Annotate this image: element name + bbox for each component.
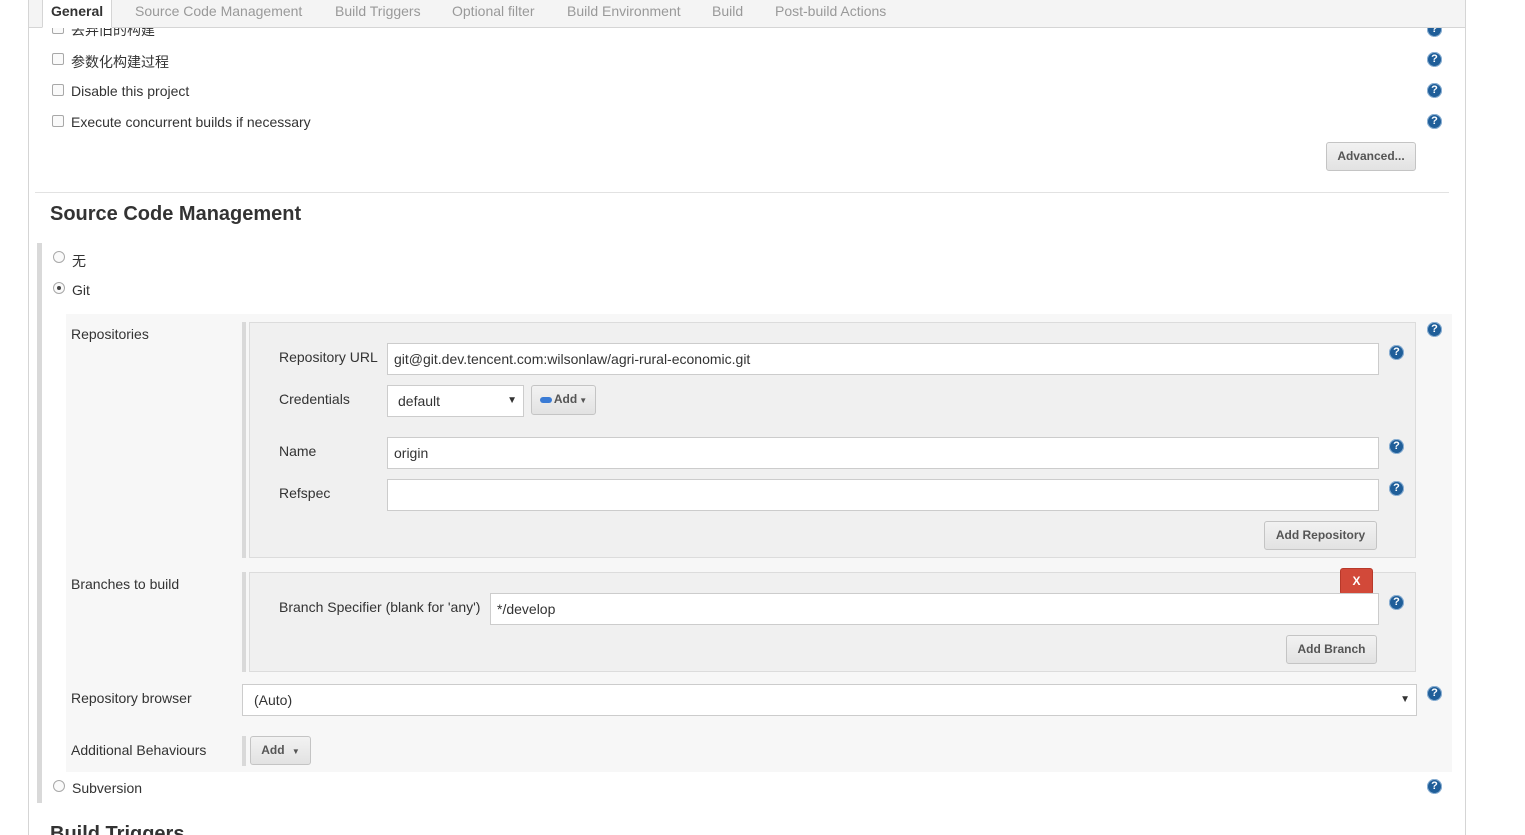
section-divider xyxy=(35,192,1449,193)
repo-browser-value: (Auto) xyxy=(254,692,293,708)
additional-behaviours-label: Additional Behaviours xyxy=(71,742,207,758)
parameterized-build-label: 参数化构建过程 xyxy=(71,54,169,70)
add-behaviour-label: Add xyxy=(261,743,285,757)
help-icon[interactable]: ? xyxy=(1427,779,1442,794)
parameterized-build-checkbox[interactable] xyxy=(52,53,64,65)
disable-project-label: Disable this project xyxy=(71,83,190,99)
help-icon[interactable]: ? xyxy=(1427,52,1442,67)
refspec-input[interactable] xyxy=(387,479,1379,511)
tab-build[interactable]: Build xyxy=(712,0,743,27)
tab-post-build-actions[interactable]: Post-build Actions xyxy=(775,0,886,27)
tab-source-code-management[interactable]: Source Code Management xyxy=(135,0,302,27)
delete-branch-button[interactable]: X xyxy=(1340,568,1373,595)
caret-down-icon: ▼ xyxy=(579,396,588,405)
tab-build-triggers[interactable]: Build Triggers xyxy=(335,0,421,27)
help-icon[interactable]: ? xyxy=(1389,439,1404,454)
repo-browser-select[interactable]: (Auto) ▼ xyxy=(242,684,1417,716)
git-config-gutter xyxy=(42,314,66,772)
add-branch-button[interactable]: Add Branch xyxy=(1286,635,1377,664)
concurrent-builds-checkbox[interactable] xyxy=(52,115,64,127)
build-triggers-section-title: Build Triggers xyxy=(50,823,185,835)
name-label: Name xyxy=(279,443,317,459)
branch-specifier-label: Branch Specifier (blank for 'any') xyxy=(279,599,481,615)
branches-bar xyxy=(242,572,246,672)
repo-browser-label: Repository browser xyxy=(71,690,192,706)
help-icon[interactable]: ? xyxy=(1427,114,1442,129)
branch-specifier-input[interactable] xyxy=(490,593,1379,625)
add-credentials-label: Add xyxy=(553,392,578,406)
help-icon[interactable]: ? xyxy=(1427,83,1442,98)
scm-git-label: Git xyxy=(72,282,90,298)
scm-git-radio[interactable] xyxy=(53,282,65,294)
help-icon[interactable]: ? xyxy=(1427,322,1442,337)
config-panel: General Source Code Management Build Tri… xyxy=(28,0,1466,835)
caret-down-icon: ▼ xyxy=(291,747,300,756)
scm-none-radio[interactable] xyxy=(53,251,65,263)
help-icon[interactable]: ? xyxy=(1389,345,1404,360)
help-icon[interactable]: ? xyxy=(1389,481,1404,496)
refspec-label: Refspec xyxy=(279,485,331,501)
key-icon xyxy=(539,396,552,403)
help-icon[interactable]: ? xyxy=(1427,686,1442,701)
repo-url-input[interactable] xyxy=(387,343,1379,375)
tab-build-environment[interactable]: Build Environment xyxy=(567,0,681,27)
disable-project-checkbox[interactable] xyxy=(52,84,64,96)
repo-url-label: Repository URL xyxy=(279,349,378,365)
repositories-label: Repositories xyxy=(71,326,149,342)
repo-name-input[interactable] xyxy=(387,437,1379,469)
branches-label: Branches to build xyxy=(71,576,180,592)
behaviours-bar xyxy=(242,736,246,766)
scm-section-title: Source Code Management xyxy=(50,203,302,225)
advanced-button[interactable]: Advanced... xyxy=(1326,142,1416,171)
credentials-select[interactable]: default ▼ xyxy=(387,385,524,417)
scm-subversion-label: Subversion xyxy=(72,780,143,796)
credentials-label: Credentials xyxy=(279,391,350,407)
tab-optional-filter[interactable]: Optional filter xyxy=(452,0,534,27)
scm-subversion-radio[interactable] xyxy=(53,780,65,792)
concurrent-builds-label: Execute concurrent builds if necessary xyxy=(71,114,311,130)
add-repository-button[interactable]: Add Repository xyxy=(1264,521,1377,550)
caret-down-icon: ▼ xyxy=(507,395,517,406)
add-credentials-button[interactable]: Add ▼ xyxy=(531,385,596,415)
config-tab-bar: General Source Code Management Build Tri… xyxy=(29,0,1465,28)
scm-none-label: 无 xyxy=(72,253,86,269)
credentials-select-value: default xyxy=(398,393,441,409)
add-behaviour-button[interactable]: Add ▼ xyxy=(250,736,311,765)
tab-general[interactable]: General xyxy=(42,0,113,28)
repositories-bar xyxy=(242,322,246,558)
caret-down-icon: ▼ xyxy=(1400,694,1410,705)
help-icon[interactable]: ? xyxy=(1389,595,1404,610)
